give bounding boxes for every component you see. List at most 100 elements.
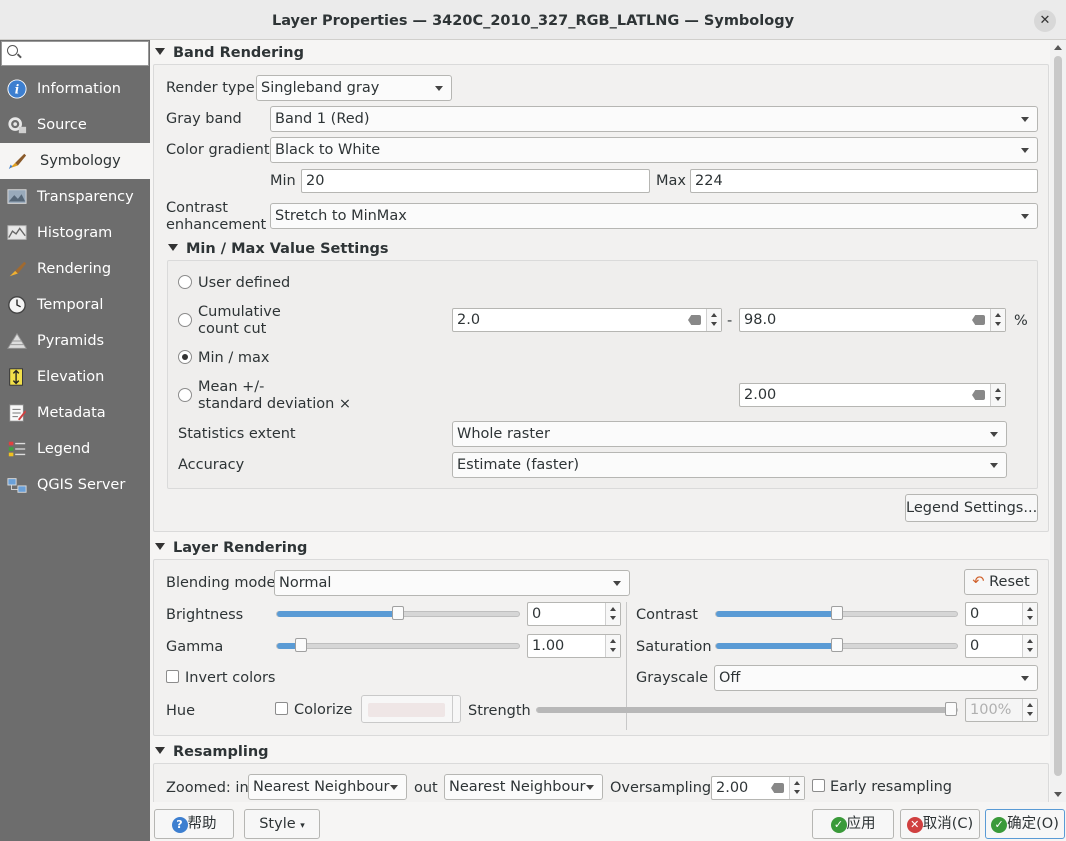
sidebar-item-metadata[interactable]: Metadata bbox=[0, 395, 150, 431]
sidebar-item-transparency[interactable]: Transparency bbox=[0, 179, 150, 215]
sidebar-item-temporal[interactable]: Temporal bbox=[0, 287, 150, 323]
oversampling-spinbox[interactable]: 2.00 bbox=[711, 776, 805, 800]
grayscale-select[interactable]: Off bbox=[714, 665, 1038, 691]
help-button[interactable]: ? 帮助 bbox=[154, 809, 234, 839]
sidebar-item-symbology[interactable]: Symbology bbox=[0, 143, 150, 179]
mean-stddev-radio[interactable] bbox=[178, 388, 192, 402]
search-input[interactable] bbox=[1, 41, 149, 66]
spin-arrows-icon[interactable] bbox=[706, 309, 721, 331]
sidebar-item-elevation[interactable]: Elevation bbox=[0, 359, 150, 395]
clear-icon[interactable] bbox=[972, 390, 985, 400]
gray-band-select[interactable]: Band 1 (Red) bbox=[270, 106, 1038, 132]
mean-label-1: Mean +/- bbox=[198, 379, 265, 395]
strength-label: Strength bbox=[468, 703, 531, 719]
strength-slider[interactable] bbox=[536, 702, 958, 716]
contrast-spinbox[interactable]: 0 bbox=[965, 602, 1038, 626]
slider-handle[interactable] bbox=[945, 702, 957, 716]
accuracy-label: Accuracy bbox=[178, 457, 245, 473]
band-rendering-header[interactable]: Band Rendering bbox=[155, 45, 304, 61]
main-scrollbar[interactable] bbox=[1050, 40, 1066, 802]
close-button[interactable]: ✕ bbox=[1034, 10, 1056, 32]
contrast-enhancement-label-1: Contrast bbox=[166, 200, 228, 216]
sidebar-item-label: Temporal bbox=[37, 297, 104, 313]
reset-button[interactable]: ↶ Reset bbox=[964, 569, 1038, 595]
contrast-enhancement-select[interactable]: Stretch to MinMax bbox=[270, 203, 1038, 229]
sidebar-item-information[interactable]: i Information bbox=[0, 71, 150, 107]
clear-icon[interactable] bbox=[688, 315, 701, 325]
max-label: Max bbox=[656, 173, 686, 189]
color-gradient-select[interactable]: Black to White bbox=[270, 137, 1038, 163]
slider-handle[interactable] bbox=[830, 638, 843, 652]
render-type-select[interactable]: Singleband gray bbox=[256, 75, 452, 101]
min-input[interactable]: 20 bbox=[301, 169, 650, 193]
gamma-slider[interactable] bbox=[276, 638, 520, 652]
early-resampling-checkbox[interactable] bbox=[812, 779, 825, 792]
sidebar-item-label: Information bbox=[37, 81, 121, 97]
blending-mode-select[interactable]: Normal bbox=[274, 570, 630, 596]
spin-arrows-icon[interactable] bbox=[1022, 603, 1037, 625]
collapse-triangle-icon bbox=[155, 47, 165, 55]
saturation-slider[interactable] bbox=[715, 638, 958, 652]
saturation-spinbox[interactable]: 0 bbox=[965, 634, 1038, 658]
cumulative-high-spinbox[interactable]: 98.0 bbox=[739, 308, 1006, 332]
resampling-header[interactable]: Resampling bbox=[155, 744, 269, 760]
sidebar-item-legend[interactable]: Legend bbox=[0, 431, 150, 467]
cancel-button[interactable]: ✕ 取消(C) bbox=[900, 809, 980, 839]
spin-arrows-icon[interactable] bbox=[1022, 635, 1037, 657]
layer-rendering-header[interactable]: Layer Rendering bbox=[155, 540, 307, 556]
window-title: Layer Properties — 3420C_2010_327_RGB_LA… bbox=[271, 13, 795, 29]
spin-arrows-icon[interactable] bbox=[990, 309, 1005, 331]
max-input[interactable]: 224 bbox=[690, 169, 1038, 193]
sidebar-item-rendering[interactable]: Rendering bbox=[0, 251, 150, 287]
slider-handle[interactable] bbox=[295, 638, 308, 652]
statistics-extent-select[interactable]: Whole raster bbox=[452, 421, 1007, 447]
check-circle-icon: ✓ bbox=[830, 817, 847, 833]
clear-icon[interactable] bbox=[972, 315, 985, 325]
mean-label-2: standard deviation × bbox=[198, 396, 352, 412]
ok-button[interactable]: ✓ 确定(O) bbox=[985, 809, 1065, 839]
pyramids-icon bbox=[7, 332, 27, 349]
spin-arrows-icon[interactable] bbox=[605, 603, 620, 625]
minmax-header[interactable]: Min / Max Value Settings bbox=[168, 241, 389, 257]
slider-handle[interactable] bbox=[830, 606, 843, 620]
style-menu-button[interactable]: Style ▾ bbox=[244, 809, 320, 839]
brightness-slider[interactable] bbox=[276, 606, 520, 620]
zoomed-out-select[interactable]: Nearest Neighbour bbox=[444, 774, 603, 800]
chevron-down-icon bbox=[990, 432, 998, 437]
sidebar-item-source[interactable]: Source bbox=[0, 107, 150, 143]
sidebar-item-pyramids[interactable]: Pyramids bbox=[0, 323, 150, 359]
zoomed-in-select[interactable]: Nearest Neighbour bbox=[248, 774, 407, 800]
gamma-spinbox[interactable]: 1.00 bbox=[527, 634, 621, 658]
spin-arrows-icon bbox=[1022, 699, 1037, 721]
range-dash: - bbox=[727, 313, 733, 329]
sidebar-item-qgis-server[interactable]: QGIS Server bbox=[0, 467, 150, 503]
spin-arrows-icon[interactable] bbox=[605, 635, 620, 657]
color-gradient-label: Color gradient bbox=[166, 142, 270, 158]
apply-button[interactable]: ✓ 应用 bbox=[812, 809, 894, 839]
clear-icon[interactable] bbox=[771, 783, 784, 793]
colorize-checkbox[interactable] bbox=[275, 702, 288, 715]
accuracy-select[interactable]: Estimate (faster) bbox=[452, 452, 1007, 478]
scroll-down-icon[interactable] bbox=[1054, 792, 1062, 797]
sidebar-item-histogram[interactable]: Histogram bbox=[0, 215, 150, 251]
slider-handle[interactable] bbox=[392, 606, 404, 620]
legend-settings-button[interactable]: Legend Settings... bbox=[905, 494, 1038, 522]
chevron-down-icon bbox=[1021, 117, 1029, 122]
brightness-spinbox[interactable]: 0 bbox=[527, 602, 621, 626]
spin-arrows-icon[interactable] bbox=[789, 777, 804, 799]
scroll-up-icon[interactable] bbox=[1054, 45, 1062, 50]
user-defined-radio[interactable] bbox=[178, 275, 192, 289]
window-titlebar: Layer Properties — 3420C_2010_327_RGB_LA… bbox=[0, 0, 1066, 40]
spin-arrows-icon[interactable] bbox=[990, 384, 1005, 406]
invert-colors-checkbox[interactable] bbox=[166, 670, 179, 683]
cumulative-label-2: count cut bbox=[198, 321, 267, 337]
scrollbar-thumb[interactable] bbox=[1054, 56, 1062, 776]
cumulative-radio[interactable] bbox=[178, 313, 192, 327]
contrast-slider[interactable] bbox=[715, 606, 958, 620]
cumulative-low-spinbox[interactable]: 2.0 bbox=[452, 308, 722, 332]
minmax-radio[interactable] bbox=[178, 350, 192, 364]
stddev-spinbox[interactable]: 2.00 bbox=[739, 383, 1006, 407]
colorize-color-button[interactable] bbox=[361, 695, 461, 723]
statistics-extent-label: Statistics extent bbox=[178, 426, 296, 442]
contrast-label: Contrast bbox=[636, 607, 698, 623]
